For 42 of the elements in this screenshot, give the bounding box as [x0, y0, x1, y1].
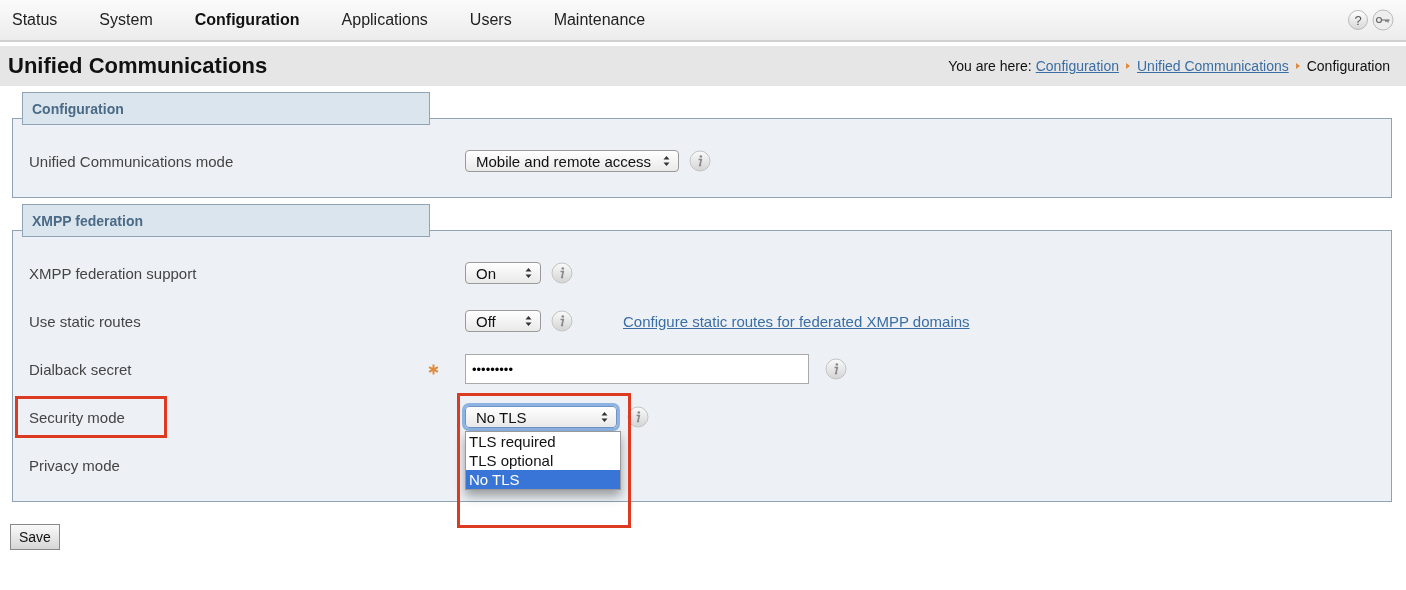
nav-tab[interactable]: System [99, 11, 175, 29]
nav-tab[interactable]: Configuration [194, 11, 322, 29]
nav-tab[interactable]: Applications [341, 11, 450, 29]
section-title: XMPP federation [22, 204, 430, 237]
help-button[interactable]: ? [1348, 10, 1368, 30]
breadcrumb-link[interactable]: Unified Communications [1137, 58, 1289, 74]
info-icon[interactable] [825, 358, 847, 380]
info-icon[interactable] [551, 310, 573, 332]
section-title: Configuration [22, 92, 430, 125]
dropdown-select[interactable]: On [465, 262, 541, 284]
updown-arrows-icon [525, 315, 532, 327]
info-icon[interactable] [551, 262, 573, 284]
dropdown-select[interactable]: No TLS [465, 406, 617, 428]
info-icon[interactable] [689, 150, 712, 172]
password-field[interactable]: ••••••••• [465, 354, 809, 384]
dropdown-option[interactable]: No TLS [466, 470, 620, 489]
field-label: Unified Communications mode [29, 152, 234, 170]
breadcrumb-arrow-icon [1126, 63, 1130, 69]
page-title: Unified Communications [8, 53, 268, 79]
info-icon[interactable] [627, 406, 649, 428]
breadcrumb-link[interactable]: Configuration [1035, 58, 1119, 74]
field-label: Use static routes [29, 312, 141, 330]
breadcrumb-current: Configuration [1306, 58, 1390, 74]
dropdown-option[interactable]: TLS required [466, 432, 620, 451]
nav-tab[interactable]: Maintenance [553, 11, 668, 29]
save-button[interactable]: Save [10, 524, 60, 550]
dropdown-select[interactable]: Mobile and remote access [465, 150, 680, 172]
field-label: XMPP federation support [29, 264, 197, 282]
key-icon[interactable] [1372, 9, 1394, 31]
field-label: Privacy mode [29, 456, 120, 474]
dropdown-select[interactable]: Off [465, 310, 541, 332]
breadcrumb-label: You are here: [948, 58, 1032, 74]
updown-arrows-icon [525, 267, 532, 279]
breadcrumb-arrow-icon [1295, 63, 1300, 69]
field-label: Dialback secret [29, 360, 132, 378]
link[interactable]: Configure static routes for federated XMPP domains [623, 312, 970, 330]
nav-tab[interactable]: Status [12, 11, 80, 29]
updown-arrows-icon [663, 155, 671, 167]
dropdown-option[interactable]: TLS optional [466, 451, 620, 470]
nav-tab[interactable]: Users [469, 11, 534, 29]
updown-arrows-icon [601, 411, 608, 423]
field-label: Security mode [29, 408, 125, 426]
